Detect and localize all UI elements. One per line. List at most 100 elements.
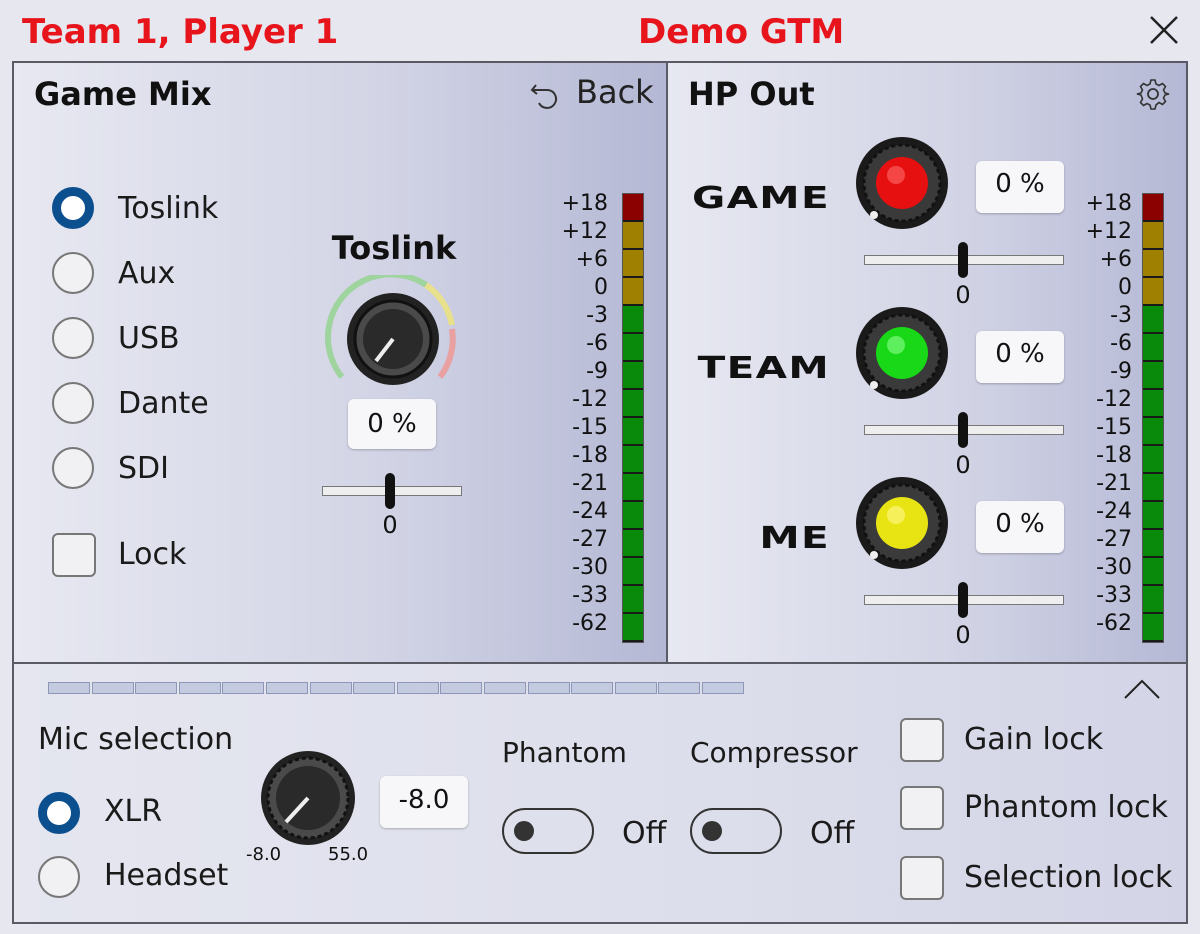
gain-lock-checkbox[interactable] (900, 718, 944, 762)
meter-segment (1143, 362, 1163, 390)
meter-segment (623, 250, 643, 278)
hp-out-title: HP Out (688, 75, 815, 113)
meter-segment (1143, 446, 1163, 474)
game-mix-panel: Game Mix Back Toslink Aux USB Dante SDI … (12, 61, 668, 664)
game-value[interactable]: 0 % (976, 161, 1064, 213)
meter-segment (1143, 530, 1163, 558)
phantom-lock-checkbox[interactable] (900, 786, 944, 830)
game-mix-knob[interactable] (320, 275, 468, 395)
chevron-up-icon[interactable] (1122, 676, 1162, 702)
meter-segment (623, 306, 643, 334)
meter-segment (1143, 558, 1163, 586)
aux-radio[interactable] (52, 252, 94, 294)
meter-segment (1143, 194, 1163, 222)
hp-out-meter-scale: +18 +12 +6 0 -3 -6 -9 -12 -15 -18 -21 -24 -27 -30-… (1085, 191, 1132, 636)
mic-level-segment (396, 682, 439, 694)
sdi-radio[interactable] (52, 447, 94, 489)
title-bar: Team 1, Player 1 Demo GTM (0, 0, 1200, 62)
mic-level-segment (309, 682, 352, 694)
phantom-lock-label: Phantom lock (964, 790, 1168, 825)
meter-segment (1143, 222, 1163, 250)
game-mix-title: Game Mix (34, 75, 212, 113)
dante-radio[interactable] (52, 382, 94, 424)
gain-lock-label: Gain lock (964, 722, 1104, 757)
mic-level-segment (483, 682, 526, 694)
game-mix-level-meter (622, 193, 644, 643)
team-channel-label: TEAM (697, 351, 830, 386)
me-value[interactable]: 0 % (976, 501, 1064, 553)
mic-gain-knob[interactable] (260, 750, 356, 846)
aux-label: Aux (118, 256, 176, 291)
toslink-label: Toslink (118, 191, 219, 226)
toslink-radio[interactable] (52, 187, 94, 229)
team-slider-thumb[interactable] (958, 412, 968, 448)
game-mix-slider-thumb[interactable] (385, 473, 395, 509)
phantom-state: Off (622, 816, 667, 851)
game-slider-thumb[interactable] (958, 242, 968, 278)
team-value[interactable]: 0 % (976, 331, 1064, 383)
meter-segment (1143, 334, 1163, 362)
lock-label: Lock (118, 537, 187, 572)
mic-level-segment (48, 682, 90, 694)
back-arrow-icon (530, 84, 558, 109)
meter-segment (623, 222, 643, 250)
mic-level-segment (91, 682, 134, 694)
device-title: Demo GTM (638, 12, 845, 52)
gear-icon[interactable] (1136, 77, 1170, 111)
selection-lock-checkbox[interactable] (900, 856, 944, 900)
player-title: Team 1, Player 1 (22, 12, 339, 52)
mic-panel: Mic selection XLR Headset -8.0 55.0 -8.0… (12, 662, 1188, 924)
mic-level-segment (614, 682, 657, 694)
headset-label: Headset (104, 858, 229, 893)
meter-segment (623, 278, 643, 306)
meter-segment (623, 614, 643, 642)
usb-label: USB (118, 321, 180, 356)
mic-level-segment (527, 682, 570, 694)
meter-segment (623, 446, 643, 474)
close-icon[interactable] (1146, 12, 1182, 48)
meter-segment (1143, 390, 1163, 418)
meter-segment (1143, 586, 1163, 614)
mic-level-segment (658, 682, 701, 694)
gain-min-label: -8.0 (246, 844, 282, 865)
meter-segment (1143, 614, 1163, 642)
sdi-label: SDI (118, 451, 169, 486)
me-slider-thumb[interactable] (958, 582, 968, 618)
mic-level-bar (48, 682, 746, 694)
meter-segment (623, 474, 643, 502)
meter-segment (1143, 278, 1163, 306)
meter-segment (1143, 306, 1163, 334)
lock-checkbox[interactable] (52, 533, 96, 577)
phantom-toggle[interactable] (502, 808, 594, 854)
xlr-label: XLR (104, 794, 163, 829)
meter-segment (623, 586, 643, 614)
mic-level-segment (571, 682, 614, 694)
game-channel-label: GAME (692, 181, 830, 216)
hp-out-panel: HP Out GAME 0 % 0 TEAM 0 % 0 ME 0 % 0 +1… (666, 61, 1188, 664)
me-channel-label: ME (759, 521, 830, 556)
compressor-toggle[interactable] (690, 808, 782, 854)
headset-radio[interactable] (38, 856, 80, 898)
mic-level-segment (265, 682, 308, 694)
game-mix-value[interactable]: 0 % (348, 399, 436, 449)
selection-lock-label: Selection lock (964, 860, 1173, 895)
meter-segment (623, 390, 643, 418)
team-knob[interactable] (854, 305, 950, 401)
meter-segment (1143, 418, 1163, 446)
selected-source-name: Toslink (331, 229, 457, 267)
gain-value[interactable]: -8.0 (380, 776, 468, 828)
usb-radio[interactable] (52, 317, 94, 359)
xlr-radio[interactable] (38, 792, 80, 834)
mic-level-segment (178, 682, 221, 694)
me-knob[interactable] (854, 475, 950, 571)
meter-segment (1143, 474, 1163, 502)
meter-segment (1143, 502, 1163, 530)
mic-level-segment (440, 682, 483, 694)
me-slider-value: 0 (955, 621, 971, 649)
meter-segment (623, 418, 643, 446)
game-knob[interactable] (854, 135, 950, 231)
mic-level-segment (135, 682, 178, 694)
game-mix-meter-scale: +18 +12 +6 0 -3 -6 -9 -12 -15 -18 -21 -24 -27 -30-… (561, 191, 608, 636)
hp-out-level-meter (1142, 193, 1164, 643)
meter-segment (623, 558, 643, 586)
